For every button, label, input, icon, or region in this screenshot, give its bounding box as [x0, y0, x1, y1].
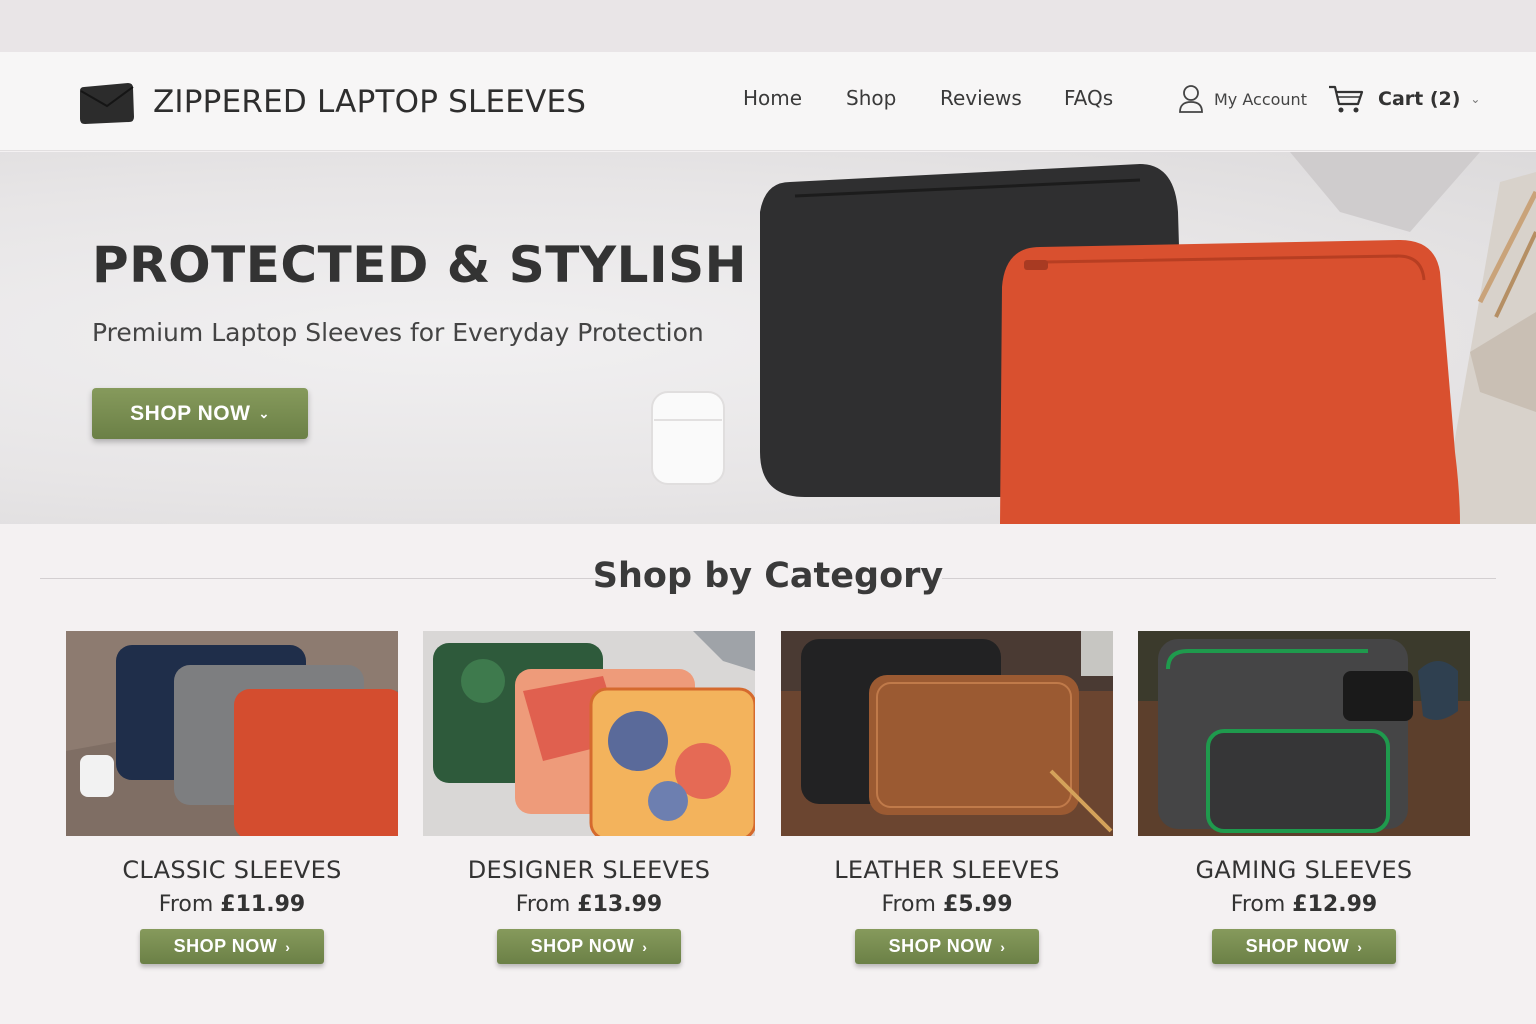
- chevron-right-icon: ›: [1000, 938, 1006, 955]
- shop-now-label: SHOP NOW: [530, 936, 635, 956]
- shop-now-label: SHOP NOW: [888, 936, 993, 956]
- cart-button[interactable]: Cart (2) ⌄: [1328, 84, 1480, 114]
- price-value: £11.99: [220, 892, 306, 917]
- category-price: From £11.99: [66, 892, 398, 917]
- nav-faqs[interactable]: FAQs: [1064, 86, 1113, 110]
- gaming-sleeves-image: [1138, 631, 1470, 836]
- browser-top-strip: [0, 0, 1536, 52]
- cart-label: Cart (2): [1378, 88, 1461, 110]
- chevron-right-icon: ›: [1357, 938, 1363, 955]
- chevron-down-icon: ⌄: [258, 405, 270, 421]
- hero-subtitle: Premium Laptop Sleeves for Everyday Prot…: [92, 318, 704, 347]
- hero-banner: PROTECTED & STYLISH Premium Laptop Sleev…: [0, 152, 1536, 524]
- shop-now-button[interactable]: SHOP NOW ›: [855, 929, 1039, 964]
- shop-now-label: SHOP NOW: [1245, 936, 1350, 956]
- classic-sleeves-image: [66, 631, 398, 836]
- category-section-header: Shop by Category: [40, 556, 1496, 600]
- shop-now-label: SHOP NOW: [173, 936, 278, 956]
- category-name: GAMING SLEEVES: [1195, 856, 1413, 884]
- category-name: LEATHER SLEEVES: [834, 856, 1060, 884]
- price-value: £12.99: [1292, 892, 1378, 917]
- price-prefix: From: [881, 892, 936, 917]
- site-header: ZIPPERED LAPTOP SLEEVES Home Shop Review…: [0, 52, 1536, 151]
- category-price: From £13.99: [423, 892, 755, 917]
- category-card-gaming[interactable]: GAMING SLEEVES From £12.99 SHOP NOW ›: [1138, 631, 1470, 964]
- category-name: DESIGNER SLEEVES: [467, 856, 711, 884]
- chevron-right-icon: ›: [642, 938, 648, 955]
- category-card-classic[interactable]: CLASSIC SLEEVES From £11.99 SHOP NOW ›: [66, 631, 398, 964]
- category-name: CLASSIC SLEEVES: [122, 856, 342, 884]
- hero-shop-now-button[interactable]: SHOP NOW ⌄: [92, 388, 308, 439]
- my-account-link[interactable]: My Account: [1178, 84, 1307, 114]
- nav-shop[interactable]: Shop: [846, 86, 896, 110]
- price-value: £5.99: [942, 892, 1013, 917]
- cart-icon: [1329, 85, 1364, 113]
- nav-home[interactable]: Home: [743, 86, 802, 110]
- hero-product-image: [651, 152, 1536, 524]
- user-icon: [1179, 85, 1203, 113]
- hero-title: PROTECTED & STYLISH: [92, 236, 747, 294]
- shop-now-button[interactable]: SHOP NOW ›: [140, 929, 324, 964]
- envelope-sleeve-logo-icon: [80, 83, 134, 124]
- brand-logo[interactable]: ZIPPERED LAPTOP SLEEVES: [76, 78, 586, 126]
- designer-sleeves-image: [423, 631, 755, 836]
- shop-now-button[interactable]: SHOP NOW ›: [497, 929, 681, 964]
- category-card-leather[interactable]: LEATHER SLEEVES From £5.99 SHOP NOW ›: [781, 631, 1113, 964]
- category-price: From £5.99: [781, 892, 1113, 917]
- leather-sleeves-image: [781, 631, 1113, 836]
- brand-name: ZIPPERED LAPTOP SLEEVES: [153, 84, 587, 120]
- section-title: Shop by Category: [592, 556, 944, 596]
- nav-reviews[interactable]: Reviews: [940, 86, 1022, 110]
- category-price: From £12.99: [1138, 892, 1470, 917]
- price-value: £13.99: [577, 892, 663, 917]
- price-prefix: From: [515, 892, 571, 917]
- price-prefix: From: [1230, 892, 1286, 917]
- category-card-designer[interactable]: DESIGNER SLEEVES From £13.99 SHOP NOW ›: [423, 631, 755, 964]
- my-account-label: My Account: [1214, 89, 1307, 109]
- chevron-down-icon: ⌄: [1470, 92, 1481, 106]
- shop-now-button[interactable]: SHOP NOW ›: [1212, 929, 1396, 964]
- hero-shop-now-label: SHOP NOW: [130, 401, 251, 425]
- chevron-right-icon: ›: [285, 938, 291, 955]
- price-prefix: From: [158, 892, 214, 917]
